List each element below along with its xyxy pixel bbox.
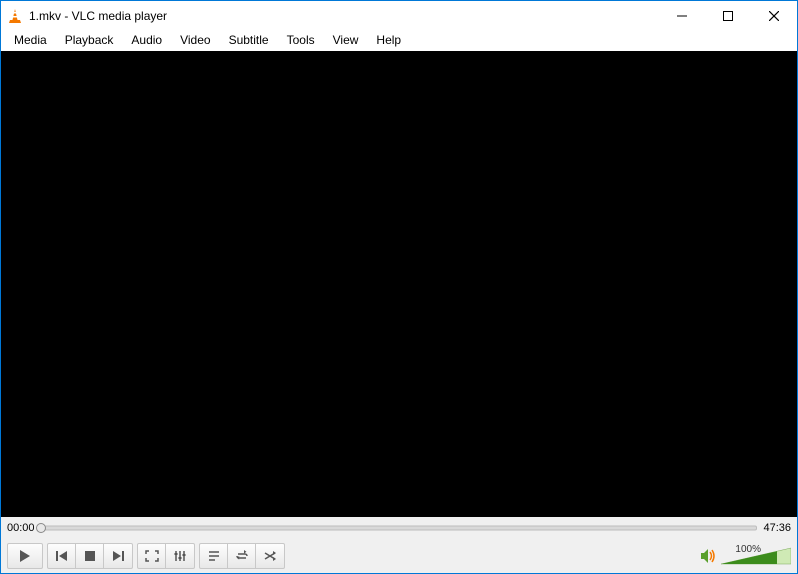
menu-media[interactable]: Media: [5, 31, 56, 49]
skip-previous-icon: [55, 550, 69, 562]
close-button[interactable]: [751, 1, 797, 31]
stop-button[interactable]: [76, 544, 104, 568]
fullscreen-button[interactable]: [138, 544, 166, 568]
maximize-button[interactable]: [705, 1, 751, 31]
seek-slider[interactable]: [41, 525, 758, 531]
menubar: Media Playback Audio Video Subtitle Tool…: [1, 31, 797, 51]
view-group: [137, 543, 195, 569]
playlist-group: [199, 543, 285, 569]
menu-tools[interactable]: Tools: [278, 31, 324, 49]
extended-settings-button[interactable]: [166, 544, 194, 568]
seek-row: 00:00 47:36: [1, 517, 797, 539]
time-total[interactable]: 47:36: [763, 522, 791, 534]
next-button[interactable]: [104, 544, 132, 568]
time-elapsed[interactable]: 00:00: [7, 522, 35, 534]
window-title: 1.mkv - VLC media player: [29, 9, 167, 23]
minimize-button[interactable]: [659, 1, 705, 31]
playlist-button[interactable]: [200, 544, 228, 568]
stop-icon: [84, 550, 96, 562]
volume-slider[interactable]: [721, 546, 791, 566]
speaker-icon[interactable]: [699, 547, 717, 565]
titlebar: 1.mkv - VLC media player: [1, 1, 797, 31]
menu-subtitle[interactable]: Subtitle: [220, 31, 278, 49]
loop-icon: [235, 550, 249, 562]
shuffle-button[interactable]: [256, 544, 284, 568]
seek-knob[interactable]: [36, 523, 46, 533]
vlc-cone-icon: [7, 8, 23, 24]
menu-playback[interactable]: Playback: [56, 31, 123, 49]
previous-button[interactable]: [48, 544, 76, 568]
play-icon: [18, 549, 32, 563]
loop-button[interactable]: [228, 544, 256, 568]
skip-group: [47, 543, 133, 569]
play-button[interactable]: [7, 543, 43, 569]
equalizer-icon: [173, 550, 187, 562]
volume-control: 100%: [699, 546, 791, 566]
skip-next-icon: [111, 550, 125, 562]
menu-view[interactable]: View: [324, 31, 368, 49]
fullscreen-icon: [145, 550, 159, 562]
menu-help[interactable]: Help: [367, 31, 410, 49]
control-bar: 100%: [1, 539, 797, 573]
menu-video[interactable]: Video: [171, 31, 219, 49]
menu-audio[interactable]: Audio: [122, 31, 171, 49]
video-area[interactable]: [1, 51, 797, 517]
shuffle-icon: [263, 550, 277, 562]
playlist-icon: [207, 550, 221, 562]
